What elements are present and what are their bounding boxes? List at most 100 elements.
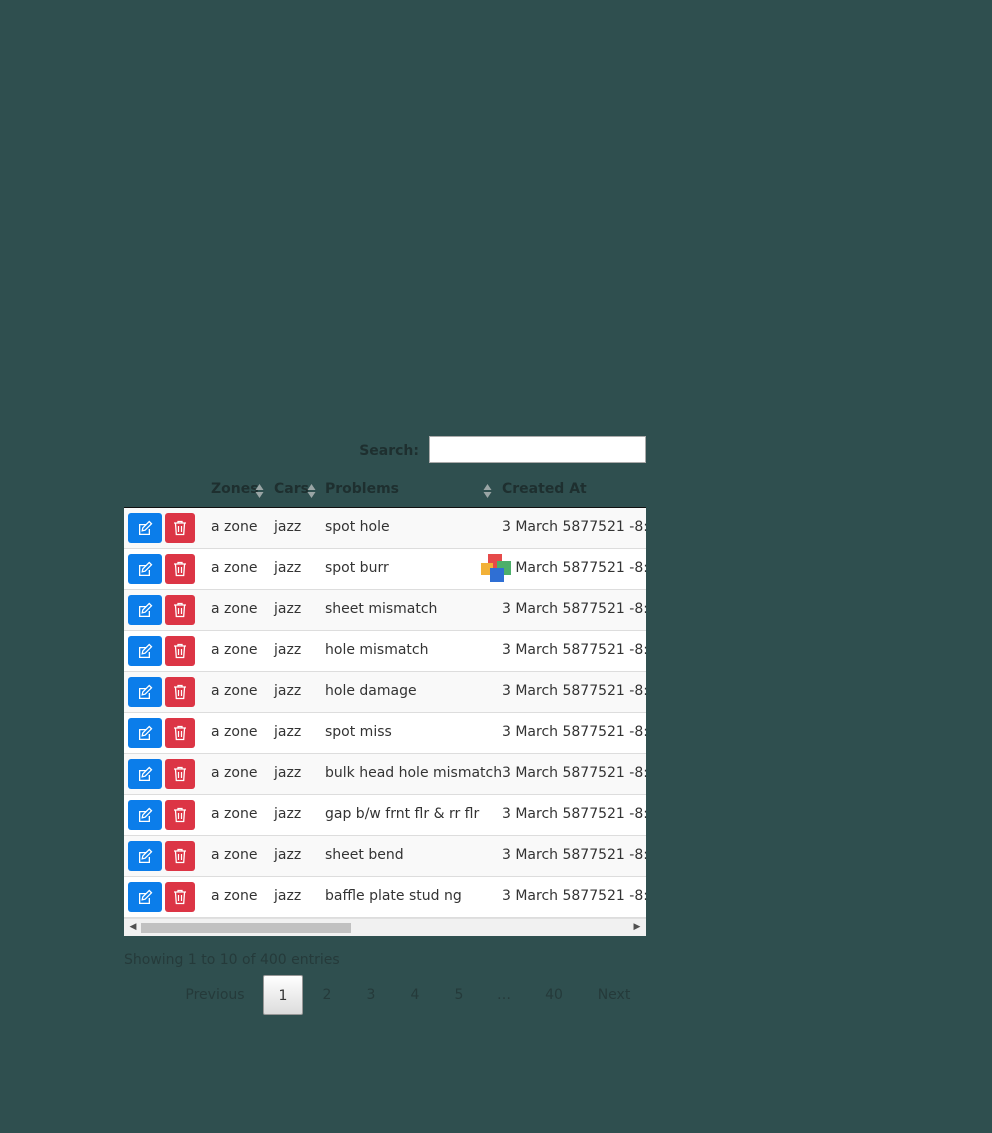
cell-created-at: 3 March 5877521 -8:-32: [502, 683, 646, 699]
edit-button[interactable]: [128, 759, 162, 789]
delete-button[interactable]: [165, 841, 195, 871]
edit-icon: [137, 889, 153, 905]
column-header-problems[interactable]: Problems: [325, 481, 399, 497]
table-header: Zones Cars Problems Created At: [124, 469, 646, 507]
edit-icon: [137, 848, 153, 864]
scroll-left-icon[interactable]: ◀: [127, 921, 139, 933]
cell-zone: a zone: [211, 847, 258, 863]
page-button[interactable]: 5: [439, 975, 479, 1015]
sort-icon[interactable]: [483, 483, 492, 499]
delete-button[interactable]: [165, 636, 195, 666]
cell-created-at: 3 March 5877521 -8:-32: [502, 806, 646, 822]
column-header-cars[interactable]: Cars: [274, 481, 309, 497]
cell-car: jazz: [274, 888, 302, 904]
edit-icon: [137, 602, 153, 618]
horizontal-scrollbar[interactable]: ◀ ▶: [124, 918, 646, 936]
search-input[interactable]: [429, 436, 646, 463]
delete-button[interactable]: [165, 759, 195, 789]
cell-zone: a zone: [211, 765, 258, 781]
cell-created-at: 3 March 5877521 -8:-32: [502, 847, 646, 863]
cell-zone: a zone: [211, 806, 258, 822]
cell-car: jazz: [274, 724, 302, 740]
edit-icon: [137, 561, 153, 577]
search-bar: Search:: [124, 433, 646, 469]
edit-button[interactable]: [128, 841, 162, 871]
trash-icon: [173, 684, 187, 700]
cell-car: jazz: [274, 642, 302, 658]
cell-car: jazz: [274, 560, 302, 576]
trash-icon: [173, 602, 187, 618]
page-button-current[interactable]: 1: [263, 975, 303, 1015]
delete-button[interactable]: [165, 800, 195, 830]
delete-button[interactable]: [165, 595, 195, 625]
cell-problem: hole damage: [325, 683, 417, 699]
sort-icon[interactable]: [255, 483, 264, 499]
edit-button[interactable]: [128, 595, 162, 625]
table-body: a zone jazz spot hole 3 March 5877521 -8:-3…: [124, 508, 646, 918]
trash-icon: [173, 643, 187, 659]
cell-zone: a zone: [211, 560, 258, 576]
cell-problem: spot miss: [325, 724, 392, 740]
cell-zone: a zone: [211, 888, 258, 904]
scrollbar-thumb[interactable]: [141, 923, 351, 933]
cell-created-at: 3 March 5877521 -8:-32: [502, 642, 646, 658]
column-header-created-at[interactable]: Created At: [502, 481, 587, 497]
trash-icon: [173, 520, 187, 536]
edit-icon: [137, 643, 153, 659]
delete-button[interactable]: [165, 677, 195, 707]
cell-problem: sheet mismatch: [325, 601, 438, 617]
drag-drop-icon[interactable]: [481, 554, 511, 584]
table-row: a zone jazz hole mismatch 3 March 5877521 -…: [124, 631, 646, 672]
cell-problem: spot hole: [325, 519, 390, 535]
table-row: a zone jazz hole damage 3 March 5877521 -8:…: [124, 672, 646, 713]
table-row: a zone jazz gap b/w frnt flr & rr flr 3 Mar…: [124, 795, 646, 836]
cell-zone: a zone: [211, 724, 258, 740]
table-row: a zone jazz sheet bend 3 March 5877521 -8:-…: [124, 836, 646, 877]
cell-car: jazz: [274, 806, 302, 822]
cell-car: jazz: [274, 683, 302, 699]
page-button[interactable]: 4: [395, 975, 435, 1015]
cell-created-at: 3 March 5877521 -8:-32: [502, 519, 646, 535]
cell-created-at: 3 March 5877521 -8:-32: [502, 724, 646, 740]
cell-problem: gap b/w frnt flr & rr flr: [325, 806, 480, 822]
edit-icon: [137, 807, 153, 823]
trash-icon: [173, 807, 187, 823]
delete-button[interactable]: [165, 882, 195, 912]
edit-button[interactable]: [128, 554, 162, 584]
edit-button[interactable]: [128, 636, 162, 666]
trash-icon: [173, 889, 187, 905]
table-row: a zone jazz spot miss 3 March 5877521 -8:-3…: [124, 713, 646, 754]
scroll-right-icon[interactable]: ▶: [631, 921, 643, 933]
edit-icon: [137, 684, 153, 700]
page-button[interactable]: 3: [351, 975, 391, 1015]
cell-problem: baffle plate stud ng: [325, 888, 462, 904]
trash-icon: [173, 561, 187, 577]
page-button-last[interactable]: 40: [534, 975, 574, 1015]
cell-problem: spot burr: [325, 560, 389, 576]
table-row: a zone jazz spot hole 3 March 5877521 -8:-3…: [124, 508, 646, 549]
edit-button[interactable]: [128, 677, 162, 707]
edit-icon: [137, 766, 153, 782]
edit-button[interactable]: [128, 513, 162, 543]
sort-icon[interactable]: [307, 483, 316, 499]
edit-button[interactable]: [128, 800, 162, 830]
next-button[interactable]: Next: [589, 975, 639, 1015]
cell-created-at: 3 March 5877521 -8:-32: [502, 765, 646, 781]
cell-created-at: 3 March 5877521 -8:-32: [502, 601, 646, 617]
delete-button[interactable]: [165, 718, 195, 748]
delete-button[interactable]: [165, 513, 195, 543]
table-row: a zone jazz bulk head hole mismatch 3 March…: [124, 754, 646, 795]
cell-problem: sheet bend: [325, 847, 404, 863]
edit-button[interactable]: [128, 882, 162, 912]
delete-button[interactable]: [165, 554, 195, 584]
column-header-zones[interactable]: Zones: [211, 481, 259, 497]
cell-created-at: 3 March 5877521 -8:-32: [502, 888, 646, 904]
previous-button[interactable]: Previous: [180, 975, 250, 1015]
edit-icon: [137, 725, 153, 741]
cell-car: jazz: [274, 519, 302, 535]
page-button[interactable]: 2: [307, 975, 347, 1015]
edit-button[interactable]: [128, 718, 162, 748]
table-row: a zone jazz spot burr 3 March 5877521 -8:-3…: [124, 549, 646, 590]
edit-icon: [137, 520, 153, 536]
datatable-wrapper: Search: Zones Cars Problems Created At a…: [124, 433, 646, 1019]
